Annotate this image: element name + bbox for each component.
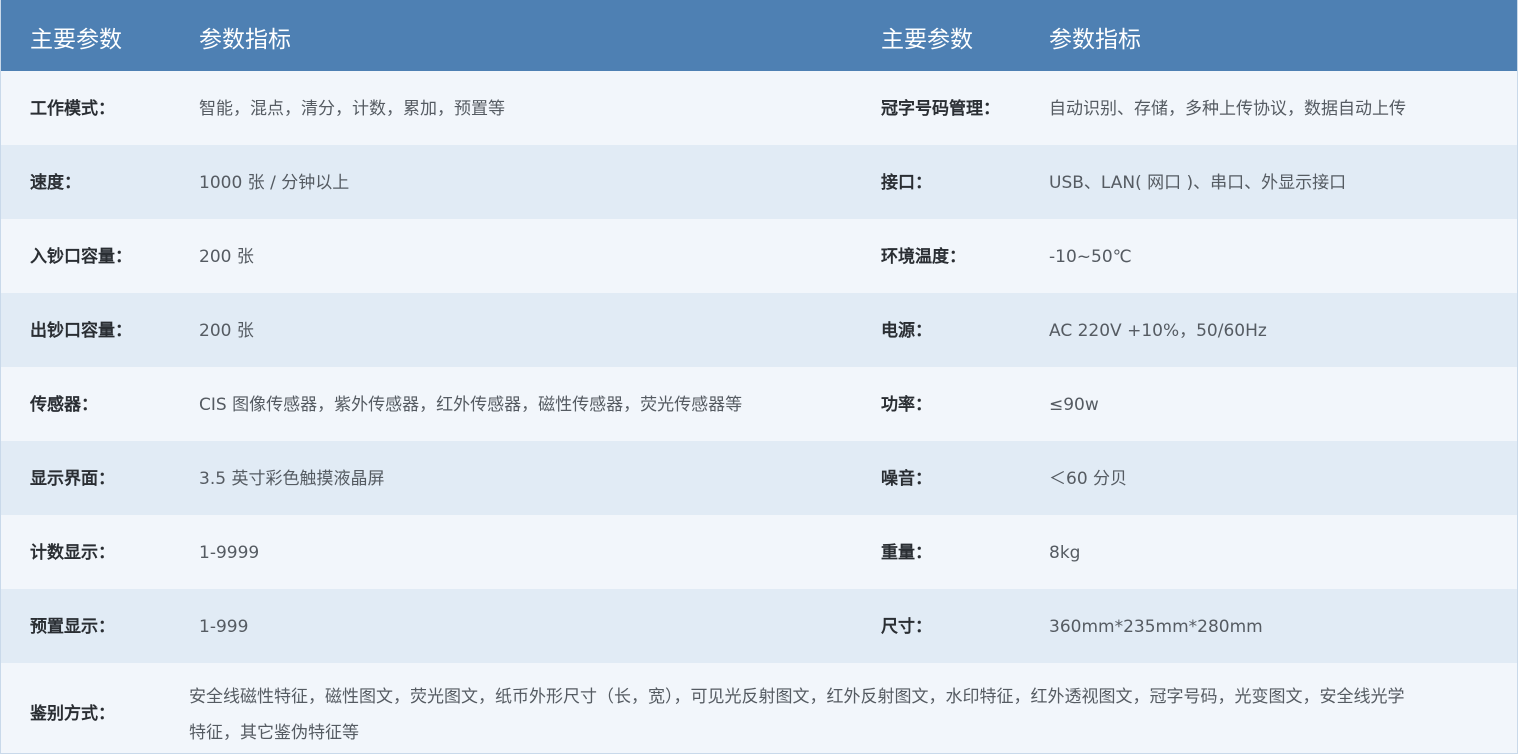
- row-right-key: 尺寸：: [881, 617, 932, 637]
- table-row: 出钞口容量： 200 张 电源： AC 220V +10%，50/60Hz: [1, 293, 1517, 367]
- table-row-identification: 鉴别方式： 安全线磁性特征，磁性图文，荧光图文，纸币外形尺寸（长，宽），可见光反…: [1, 663, 1517, 753]
- table-row: 入钞口容量： 200 张 环境温度： -10~50℃: [1, 219, 1517, 293]
- row-right-key: 功率：: [881, 395, 932, 415]
- row-left-key: 计数显示：: [30, 543, 115, 563]
- row-right-value: AC 220V +10%，50/60Hz: [1049, 321, 1267, 341]
- row-left-value: 200 张: [199, 321, 254, 341]
- row-left-key: 工作模式：: [30, 99, 115, 119]
- table-row: 预置显示： 1-999 尺寸： 360mm*235mm*280mm: [1, 589, 1517, 663]
- identification-value: 安全线磁性特征，磁性图文，荧光图文，纸币外形尺寸（长，宽），可见光反射图文，红外…: [189, 687, 1405, 743]
- row-right-key: 电源：: [881, 321, 932, 341]
- row-left-key: 速度：: [30, 173, 81, 193]
- row-right-key: 重量：: [881, 543, 932, 563]
- row-left-key: 显示界面：: [30, 469, 115, 489]
- row-right-key: 冠字号码管理：: [881, 99, 1000, 119]
- row-left-key: 入钞口容量：: [30, 247, 132, 267]
- row-right-value: -10~50℃: [1049, 247, 1132, 267]
- identification-key: 鉴别方式：: [30, 704, 115, 724]
- table-row: 速度： 1000 张 / 分钟以上 接口： USB、LAN( 网口 )、串口、外…: [1, 145, 1517, 219]
- row-left-value: 智能，混点，清分，计数，累加，预置等: [199, 99, 505, 119]
- table-row: 显示界面： 3.5 英寸彩色触摸液晶屏 噪音： ＜60 分贝: [1, 441, 1517, 515]
- table-row: 工作模式： 智能，混点，清分，计数，累加，预置等 冠字号码管理： 自动识别、存储…: [1, 71, 1517, 145]
- row-left-value: 1-9999: [199, 543, 260, 563]
- row-left-key: 预置显示：: [30, 617, 115, 637]
- header-right-param: 主要参数: [881, 27, 973, 53]
- header-right-value: 参数指标: [1049, 27, 1141, 53]
- row-left-key: 传感器：: [30, 395, 98, 415]
- row-left-value: 1-999: [199, 617, 249, 637]
- table-header: 主要参数 参数指标 主要参数 参数指标: [1, 0, 1517, 71]
- table-row: 传感器： CIS 图像传感器，紫外传感器，红外传感器，磁性传感器，荧光传感器等 …: [1, 367, 1517, 441]
- header-left-value: 参数指标: [199, 27, 291, 53]
- row-left-value: 3.5 英寸彩色触摸液晶屏: [199, 469, 385, 489]
- row-right-value: ＜60 分贝: [1049, 469, 1128, 489]
- row-left-value: 200 张: [199, 247, 254, 267]
- row-left-value: 1000 张 / 分钟以上: [199, 173, 350, 193]
- row-right-value: 360mm*235mm*280mm: [1049, 617, 1263, 637]
- row-right-key: 接口：: [881, 173, 932, 193]
- row-left-value: CIS 图像传感器，紫外传感器，红外传感器，磁性传感器，荧光传感器等: [199, 395, 743, 415]
- row-right-value: 自动识别、存储，多种上传协议，数据自动上传: [1049, 99, 1406, 119]
- row-right-value: USB、LAN( 网口 )、串口、外显示接口: [1049, 173, 1347, 193]
- table-row: 计数显示： 1-9999 重量： 8kg: [1, 515, 1517, 589]
- row-right-value: 8kg: [1049, 543, 1081, 563]
- header-left-param: 主要参数: [30, 27, 122, 53]
- row-left-key: 出钞口容量：: [30, 321, 132, 341]
- spec-table: 主要参数 参数指标 主要参数 参数指标 工作模式： 智能，混点，清分，计数，累加…: [0, 0, 1518, 754]
- row-right-key: 环境温度：: [881, 247, 966, 267]
- row-right-key: 噪音：: [881, 469, 932, 489]
- row-right-value: ≤90w: [1049, 395, 1099, 415]
